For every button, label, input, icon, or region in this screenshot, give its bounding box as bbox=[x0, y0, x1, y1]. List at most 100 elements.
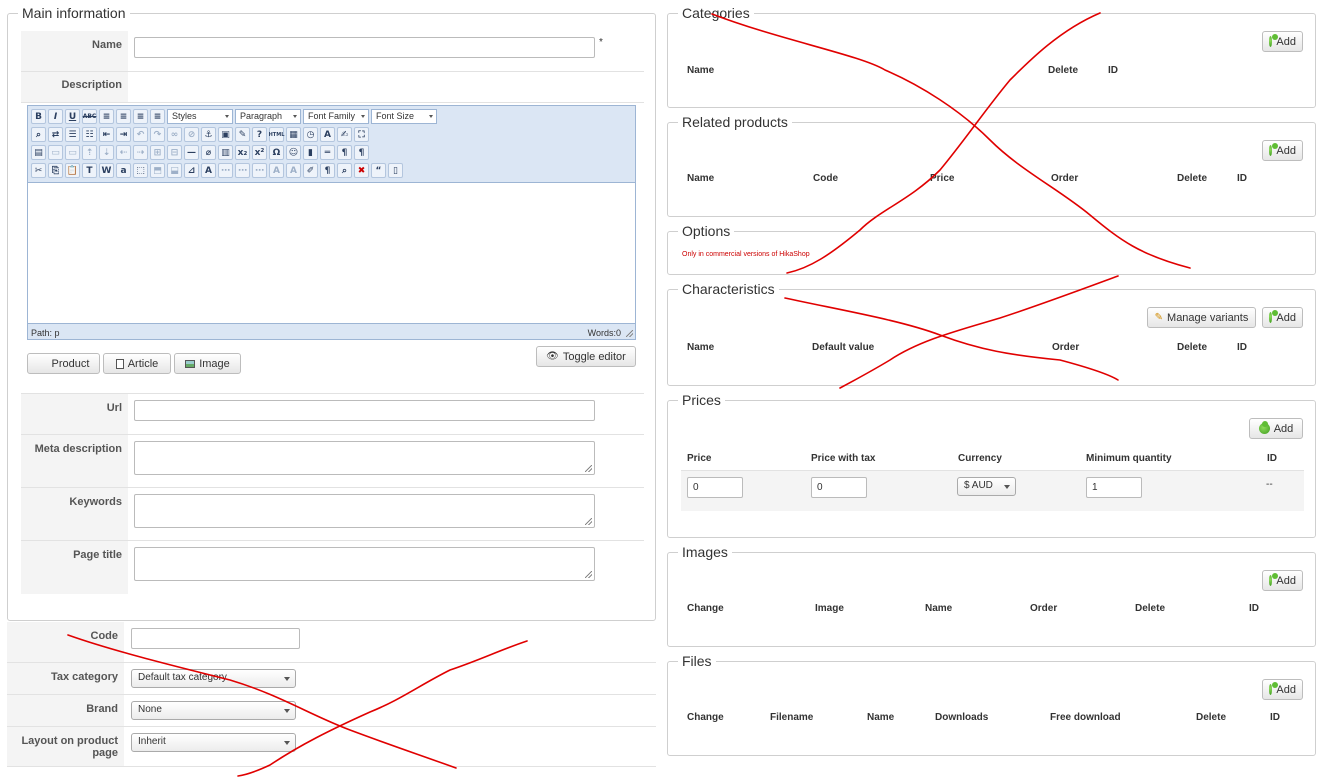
fullscreen-icon[interactable]: ⛶ bbox=[354, 127, 369, 142]
bold-icon[interactable]: B bbox=[31, 109, 46, 124]
background-color-icon[interactable]: ✍ bbox=[337, 127, 352, 142]
numbered-list-icon[interactable]: ☷ bbox=[82, 127, 97, 142]
cleanup-icon[interactable]: ✎ bbox=[235, 127, 250, 142]
del-icon[interactable]: A bbox=[269, 163, 284, 178]
insert-time-icon[interactable]: ◷ bbox=[303, 127, 318, 142]
page-break-icon[interactable]: ▯ bbox=[388, 163, 403, 178]
copy-icon[interactable]: ⎘ bbox=[48, 163, 63, 178]
visual-aid-icon[interactable]: ▥ bbox=[218, 145, 233, 160]
rtl-icon[interactable]: ¶ bbox=[354, 145, 369, 160]
characteristics-add-button[interactable]: Add bbox=[1262, 307, 1303, 328]
ltr-icon[interactable]: ¶ bbox=[337, 145, 352, 160]
subscript-icon[interactable]: x₂ bbox=[235, 145, 250, 160]
meta-description-textarea[interactable] bbox=[134, 441, 595, 475]
cut-icon[interactable]: ✂ bbox=[31, 163, 46, 178]
paste-icon[interactable]: 📋 bbox=[65, 163, 80, 178]
insert-article-button[interactable]: Article bbox=[103, 353, 171, 374]
unlink-icon[interactable]: ⊘ bbox=[184, 127, 199, 142]
manage-variants-button[interactable]: ✎ Manage variants bbox=[1147, 307, 1256, 328]
row-before-icon[interactable]: ⇡ bbox=[82, 145, 97, 160]
keywords-textarea[interactable] bbox=[134, 494, 595, 528]
insert-layer-icon[interactable]: ⬚ bbox=[133, 163, 148, 178]
redo-icon[interactable]: ↷ bbox=[150, 127, 165, 142]
acronym-icon[interactable]: ⋯ bbox=[252, 163, 267, 178]
special-char-icon[interactable]: Ω bbox=[269, 145, 284, 160]
editor-resize-handle[interactable] bbox=[626, 330, 633, 337]
toggle-editor-button[interactable]: 👁 Toggle editor bbox=[536, 346, 636, 367]
undo-icon[interactable]: ↶ bbox=[133, 127, 148, 142]
move-backward-icon[interactable]: ⬓ bbox=[167, 163, 182, 178]
horizontal-rule-icon[interactable]: — bbox=[184, 145, 199, 160]
help-icon[interactable]: ? bbox=[252, 127, 267, 142]
emoticon-icon[interactable]: ☺ bbox=[286, 145, 301, 160]
absolute-icon[interactable]: ⊿ bbox=[184, 163, 199, 178]
row-after-icon[interactable]: ⇣ bbox=[99, 145, 114, 160]
name-input[interactable] bbox=[134, 37, 595, 58]
superscript-icon[interactable]: x² bbox=[252, 145, 267, 160]
col-before-icon[interactable]: ⇠ bbox=[116, 145, 131, 160]
blockquote-icon[interactable]: “ bbox=[371, 163, 386, 178]
font-size-select[interactable]: Font Size bbox=[371, 109, 437, 124]
align-center-icon[interactable]: ≡ bbox=[116, 109, 131, 124]
style-props-icon[interactable]: A bbox=[201, 163, 216, 178]
move-forward-icon[interactable]: ⬒ bbox=[150, 163, 165, 178]
align-justify-icon[interactable]: ≡ bbox=[150, 109, 165, 124]
text-color-icon[interactable]: A bbox=[320, 127, 335, 142]
related-add-button[interactable]: Add bbox=[1262, 140, 1303, 161]
cell-props-icon[interactable]: ▭ bbox=[65, 145, 80, 160]
image-insert-icon[interactable]: ▣ bbox=[218, 127, 233, 142]
strikethrough-icon[interactable]: ABC bbox=[82, 109, 97, 124]
paste-word-icon[interactable]: W bbox=[99, 163, 114, 178]
html-icon[interactable]: HTML bbox=[269, 127, 284, 142]
minimum-quantity-input[interactable] bbox=[1086, 477, 1142, 498]
insert-date-icon[interactable]: ▦ bbox=[286, 127, 301, 142]
align-left-icon[interactable]: ≡ bbox=[99, 109, 114, 124]
ins-icon[interactable]: A bbox=[286, 163, 301, 178]
currency-select[interactable]: $ AUD bbox=[957, 477, 1016, 496]
layout-select[interactable]: Inherit bbox=[131, 733, 296, 752]
font-family-select[interactable]: Font Family bbox=[303, 109, 369, 124]
advanced-hr-icon[interactable]: ═ bbox=[320, 145, 335, 160]
link-icon[interactable]: ∞ bbox=[167, 127, 182, 142]
price-input[interactable] bbox=[687, 477, 743, 498]
merge-cells-icon[interactable]: ⊟ bbox=[167, 145, 182, 160]
col-after-icon[interactable]: ⇢ bbox=[133, 145, 148, 160]
template-icon[interactable]: ✖ bbox=[354, 163, 369, 178]
paste-text-icon[interactable]: T bbox=[82, 163, 97, 178]
select-all-icon[interactable]: a bbox=[116, 163, 131, 178]
styles-select[interactable]: Styles bbox=[167, 109, 233, 124]
categories-add-button[interactable]: Add bbox=[1262, 31, 1303, 52]
files-add-button[interactable]: Add bbox=[1262, 679, 1303, 700]
abbr-icon[interactable]: ⋯ bbox=[235, 163, 250, 178]
insert-product-button[interactable]: Product bbox=[27, 353, 100, 374]
italic-icon[interactable]: I bbox=[48, 109, 63, 124]
images-add-button[interactable]: Add bbox=[1262, 570, 1303, 591]
code-input[interactable] bbox=[131, 628, 300, 649]
find-icon[interactable]: ⌕ bbox=[31, 127, 46, 142]
preview-icon[interactable]: ⌕ bbox=[337, 163, 352, 178]
media-icon[interactable]: ▮ bbox=[303, 145, 318, 160]
price-with-tax-input[interactable] bbox=[811, 477, 867, 498]
underline-icon[interactable]: U bbox=[65, 109, 80, 124]
row-props-icon[interactable]: ▭ bbox=[48, 145, 63, 160]
brand-select[interactable]: None bbox=[131, 701, 296, 720]
table-icon[interactable]: ▤ bbox=[31, 145, 46, 160]
tax-category-select[interactable]: Default tax category bbox=[131, 669, 296, 688]
insert-image-button[interactable]: Image bbox=[174, 353, 241, 374]
align-right-icon[interactable]: ≡ bbox=[133, 109, 148, 124]
paragraph-select[interactable]: Paragraph bbox=[235, 109, 301, 124]
anchor-icon[interactable]: ⚓ bbox=[201, 127, 216, 142]
remove-format-icon[interactable]: ⌀ bbox=[201, 145, 216, 160]
bullet-list-icon[interactable]: ☰ bbox=[65, 127, 80, 142]
outdent-icon[interactable]: ⇤ bbox=[99, 127, 114, 142]
url-input[interactable] bbox=[134, 400, 595, 421]
editor-content-area[interactable] bbox=[28, 182, 635, 324]
replace-icon[interactable]: ⇄ bbox=[48, 127, 63, 142]
show-blocks-icon[interactable]: ¶ bbox=[320, 163, 335, 178]
page-title-textarea[interactable] bbox=[134, 547, 595, 581]
prices-add-button[interactable]: Add bbox=[1249, 418, 1303, 439]
split-cells-icon[interactable]: ⊞ bbox=[150, 145, 165, 160]
attribs-icon[interactable]: ✐ bbox=[303, 163, 318, 178]
cite-icon[interactable]: ⋯ bbox=[218, 163, 233, 178]
indent-icon[interactable]: ⇥ bbox=[116, 127, 131, 142]
